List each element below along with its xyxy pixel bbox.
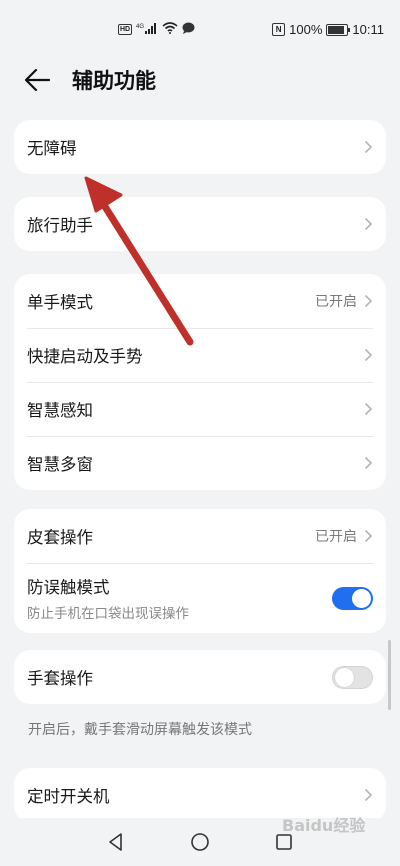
row-label: 手套操作 (27, 669, 93, 688)
row-label: 智慧多窗 (27, 455, 93, 474)
chevron-right-icon (364, 348, 373, 362)
row-accidental-touch: 防误触模式 防止手机在口袋出现误操作 (14, 563, 386, 633)
back-button[interactable] (22, 66, 58, 94)
row-status: 已开启 (315, 529, 357, 545)
battery-percent: 100% (289, 22, 323, 37)
chevron-right-icon (364, 140, 373, 154)
row-label: 快捷启动及手势 (27, 347, 143, 366)
card-glove: 手套操作 (14, 650, 386, 704)
chevron-right-icon (364, 217, 373, 231)
glove-mode-toggle[interactable] (332, 665, 373, 689)
row-cover-operation[interactable]: 皮套操作 已开启 (14, 509, 386, 563)
chevron-right-icon (364, 529, 373, 543)
row-label: 防误触模式 (27, 578, 110, 597)
chevron-right-icon (364, 788, 373, 802)
chevron-right-icon (364, 456, 373, 470)
row-label: 无障碍 (27, 139, 77, 158)
toggle-knob (335, 667, 354, 687)
row-label: 智慧感知 (27, 401, 93, 420)
baidu-watermark: Baidu经验 (282, 816, 366, 835)
scrollbar[interactable] (388, 640, 391, 710)
nav-home-button[interactable] (188, 830, 212, 854)
row-glove-operation: 手套操作 (14, 650, 386, 704)
triangle-back-icon (109, 833, 122, 851)
row-multi-window[interactable]: 智慧多窗 (14, 436, 386, 490)
signal-icon: 4G (136, 22, 158, 37)
header: 辅助功能 (0, 58, 400, 102)
wifi-icon (162, 22, 178, 37)
card-accessibility: 无障碍 (14, 120, 386, 174)
chevron-right-icon (364, 402, 373, 416)
back-arrow-icon (24, 68, 51, 92)
battery-icon (326, 23, 351, 36)
nfc-icon: N (272, 23, 286, 36)
card-travel: 旅行助手 (14, 197, 386, 251)
row-label: 定时开关机 (27, 787, 110, 806)
clock: 10:11 (352, 22, 384, 37)
row-accessibility[interactable]: 无障碍 (14, 120, 386, 174)
toggle-knob (352, 588, 371, 608)
row-status: 已开启 (315, 294, 357, 310)
circle-home-icon (191, 833, 209, 851)
row-label: 单手模式 (27, 293, 93, 312)
row-label: 皮套操作 (27, 528, 93, 547)
nav-back-button[interactable] (104, 830, 128, 854)
chevron-right-icon (364, 294, 373, 308)
message-icon (182, 22, 195, 37)
signal-label: 4G (136, 24, 144, 30)
row-label: 旅行助手 (27, 216, 93, 235)
row-travel-assistant[interactable]: 旅行助手 (14, 197, 386, 251)
battery-fill (328, 25, 345, 34)
hd-icon: HD (118, 24, 133, 35)
row-smart-awareness[interactable]: 智慧感知 (14, 382, 386, 436)
glove-note: 开启后，戴手套滑动屏幕触发该模式 (28, 722, 252, 738)
row-shortcuts-gestures[interactable]: 快捷启动及手势 (14, 328, 386, 382)
row-one-hand-mode[interactable]: 单手模式 已开启 (14, 274, 386, 328)
row-description: 防止手机在口袋出现误操作 (27, 606, 189, 622)
card-cover: 皮套操作 已开启 防误触模式 防止手机在口袋出现误操作 (14, 509, 386, 633)
status-bar: HD 4G N 100% 10:11 (0, 0, 400, 58)
card-modes: 单手模式 已开启 快捷启动及手势 智慧感知 智慧多窗 (14, 274, 386, 490)
accidental-touch-toggle[interactable] (332, 586, 373, 610)
page-title: 辅助功能 (72, 69, 156, 93)
